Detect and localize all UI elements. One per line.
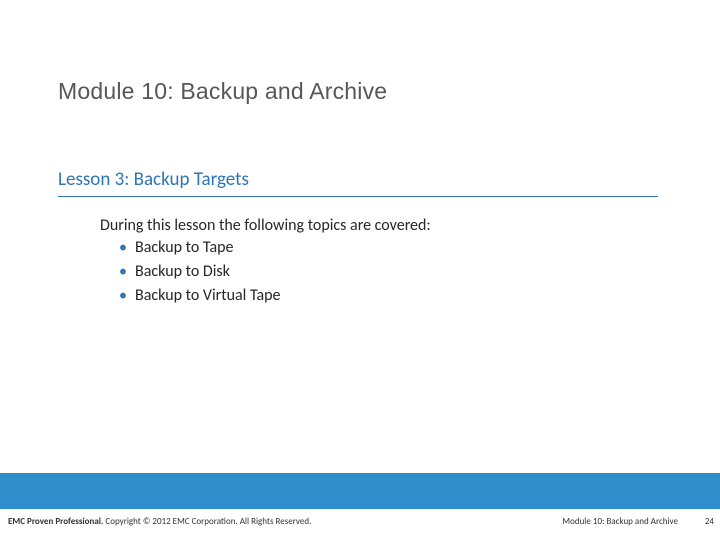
footer-brand: EMC Proven Professional. bbox=[8, 516, 103, 527]
list-item: Backup to Virtual Tape bbox=[115, 284, 281, 308]
footer: EMC Proven Professional. Copyright © 201… bbox=[0, 509, 720, 540]
footer-page-number: 24 bbox=[705, 516, 714, 527]
list-item: Backup to Disk bbox=[115, 260, 281, 284]
lesson-title: Lesson 3: Backup Targets bbox=[58, 168, 249, 191]
footer-module-label: Module 10: Backup and Archive bbox=[562, 516, 678, 527]
lesson-title-underline bbox=[58, 196, 658, 197]
list-item: Backup to Tape bbox=[115, 236, 281, 260]
footer-copyright: EMC Proven Professional. Copyright © 201… bbox=[8, 516, 311, 527]
slide: Module 10: Backup and Archive Lesson 3: … bbox=[0, 0, 720, 540]
accent-bar bbox=[0, 473, 720, 509]
topic-list: Backup to Tape Backup to Disk Backup to … bbox=[115, 236, 281, 308]
footer-copyright-text: Copyright © 2012 EMC Corporation. All Ri… bbox=[103, 516, 311, 527]
module-title: Module 10: Backup and Archive bbox=[58, 78, 387, 105]
lesson-intro-text: During this lesson the following topics … bbox=[100, 216, 431, 235]
